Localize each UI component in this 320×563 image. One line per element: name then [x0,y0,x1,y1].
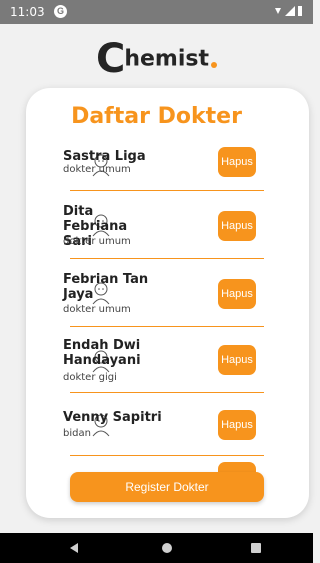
row-divider [70,392,264,393]
delete-doctor-button[interactable]: Hapus [218,279,256,309]
doctor-name: Endah Dwi Handayani [63,338,141,368]
doctor-role: bidan [63,428,91,439]
page-title: Daftar Dokter [71,104,242,129]
status-bar: 11:03 G [0,0,313,24]
register-doctor-button[interactable]: Register Dokter [70,472,264,502]
recent-apps-icon[interactable] [251,543,261,553]
delete-doctor-button[interactable]: Hapus [218,345,256,375]
row-divider [70,326,264,327]
row-divider [70,455,264,456]
doctor-role: dokter umum [63,236,131,247]
status-time: 11:03 [10,5,45,19]
row-divider [70,190,264,191]
delete-doctor-button[interactable]: Hapus [218,147,256,177]
logo-letter: C [95,36,125,82]
doctor-role: dokter umum [63,164,131,175]
doctor-name: Sastra Liga [63,149,146,164]
back-icon[interactable] [70,543,78,553]
delete-doctor-button[interactable]: Hapus [218,211,256,241]
google-icon: G [54,5,67,18]
navigation-bar [0,533,313,563]
doctor-name: Febrian Tan Jaya [63,272,149,302]
app-logo: Chemist [0,36,313,82]
logo-text: hemist [124,46,210,72]
home-icon[interactable] [162,543,172,553]
doctor-role: dokter gigi [63,372,117,383]
doctor-role: dokter umum [63,304,131,315]
doctor-name: Venny Sapitri [63,410,162,425]
partial-delete-button [218,462,256,472]
signal-battery-icon [275,6,302,16]
row-divider [70,258,264,259]
logo-dot [211,61,218,68]
delete-doctor-button[interactable]: Hapus [218,410,256,440]
